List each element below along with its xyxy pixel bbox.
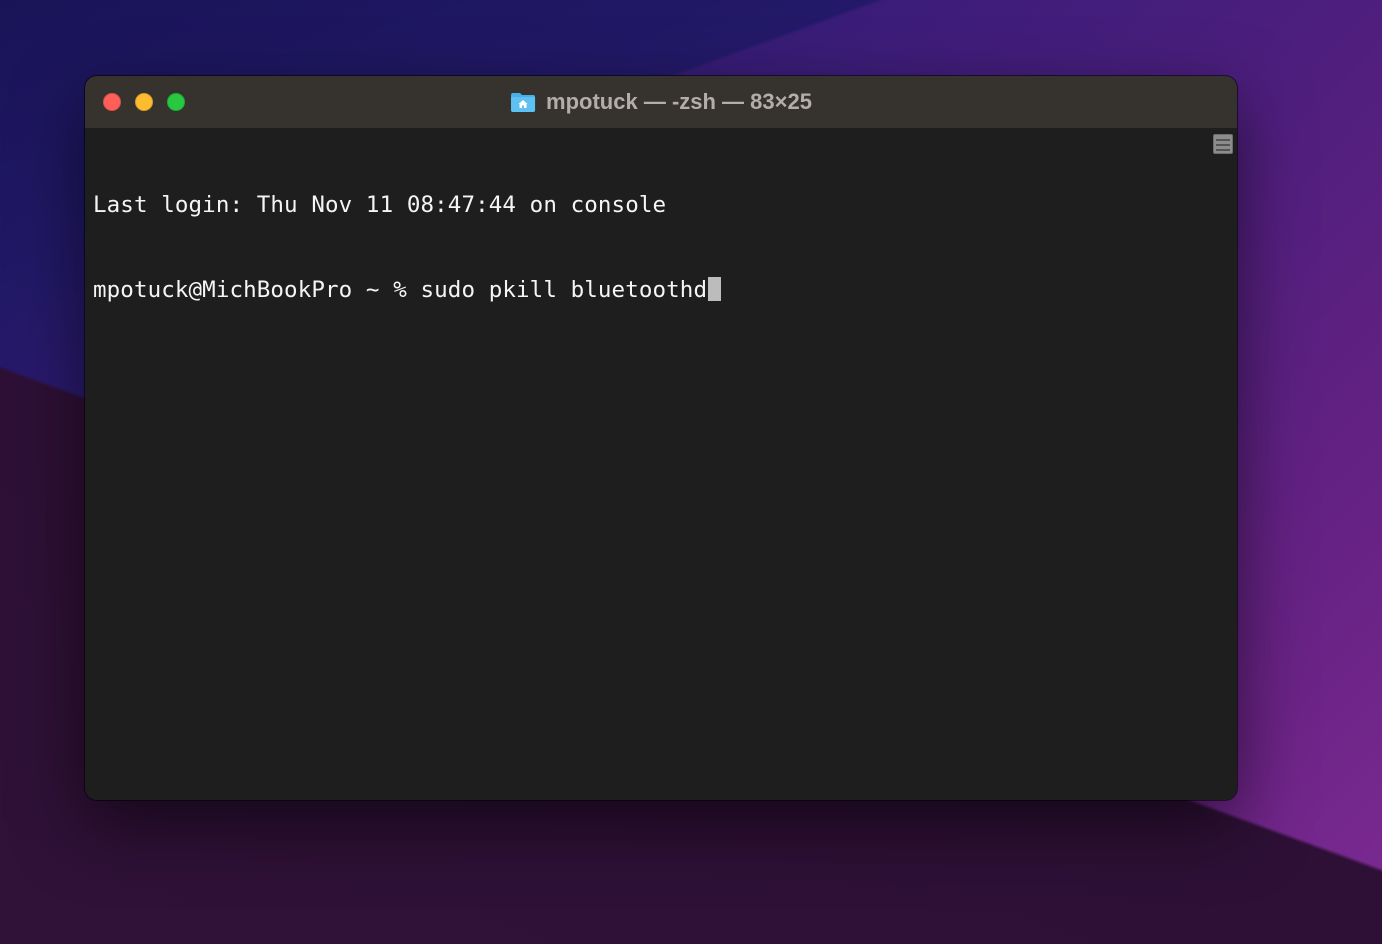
window-title-group: mpotuck — -zsh — 83×25 [510, 89, 812, 115]
traffic-lights [103, 93, 185, 111]
home-folder-icon [510, 91, 536, 113]
terminal-content[interactable]: Last login: Thu Nov 11 08:47:44 on conso… [93, 138, 1229, 358]
minimize-button[interactable] [135, 93, 153, 111]
terminal-body[interactable]: Last login: Thu Nov 11 08:47:44 on conso… [85, 128, 1237, 800]
last-login-line: Last login: Thu Nov 11 08:47:44 on conso… [93, 192, 1229, 219]
close-button[interactable] [103, 93, 121, 111]
prompt-line[interactable]: mpotuck@MichBookPro ~ % sudo pkill bluet… [93, 273, 1229, 304]
terminal-window: mpotuck — -zsh — 83×25 Last login: Thu N… [85, 76, 1237, 800]
scrollbar[interactable] [1213, 128, 1237, 800]
cursor [708, 277, 721, 301]
shell-prompt: mpotuck@MichBookPro ~ % [93, 277, 421, 304]
typed-command[interactable]: sudo pkill bluetoothd [421, 277, 708, 304]
window-title: mpotuck — -zsh — 83×25 [546, 89, 812, 115]
scrollbar-thumb-icon[interactable] [1213, 134, 1233, 154]
maximize-button[interactable] [167, 93, 185, 111]
titlebar[interactable]: mpotuck — -zsh — 83×25 [85, 76, 1237, 128]
